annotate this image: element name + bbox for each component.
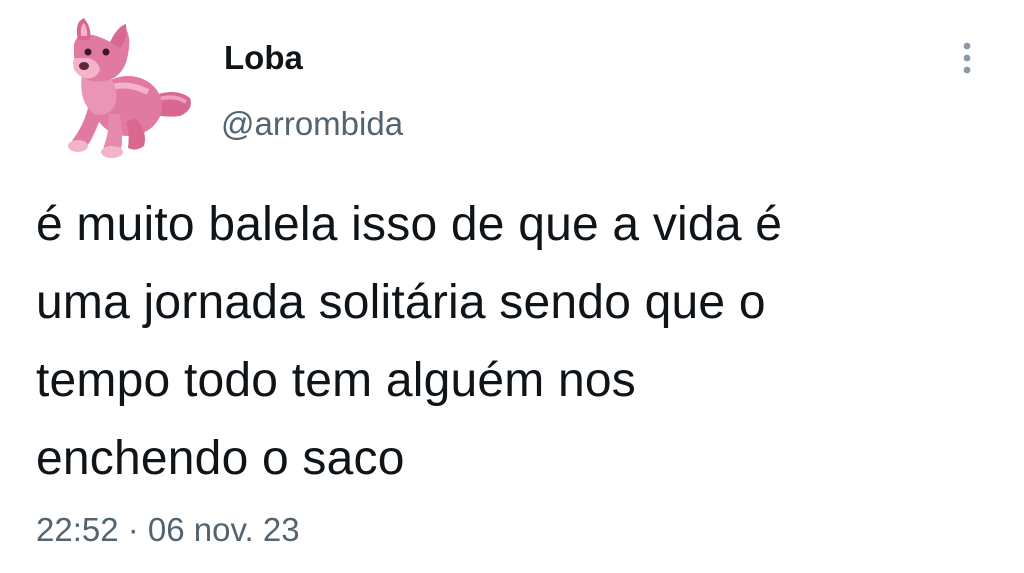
author-avatar[interactable] xyxy=(44,14,196,166)
tweet-timestamp[interactable]: 22:52 · 06 nov. 23 xyxy=(36,508,300,552)
tweet-text-line: enchendo o saco xyxy=(36,432,405,485)
pink-wolf-plush-icon xyxy=(68,18,191,158)
vertical-ellipsis-icon xyxy=(963,42,971,74)
author-handle[interactable]: @arrombida xyxy=(221,102,403,146)
tweet-card: Loba @arrombida é muito balela isso de q… xyxy=(0,0,1024,573)
author-display-name[interactable]: Loba xyxy=(224,36,303,80)
tweet-text-line: uma jornada solitária sendo que o xyxy=(36,276,766,329)
tweet-text: é muito balela isso de que a vida é uma … xyxy=(36,186,996,498)
tweet-text-line: é muito balela isso de que a vida é xyxy=(36,198,783,251)
tweet-text-line: tempo todo tem alguém nos xyxy=(36,354,637,407)
more-options-button[interactable] xyxy=(950,36,984,80)
